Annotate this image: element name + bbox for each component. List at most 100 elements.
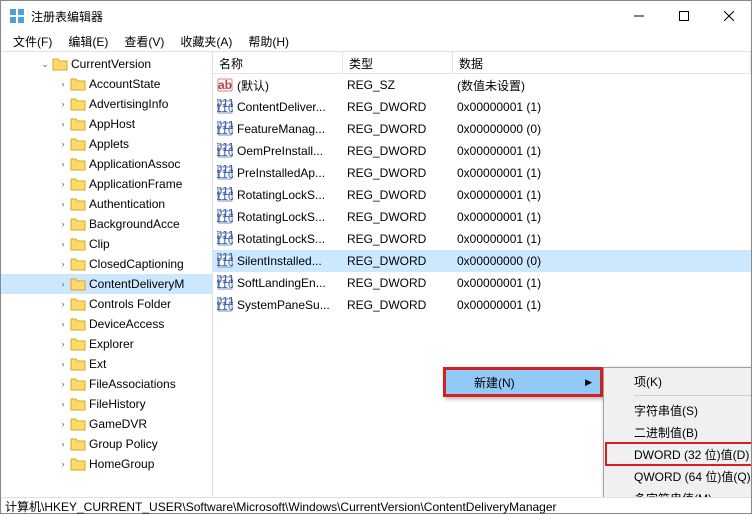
expand-icon[interactable]: › bbox=[57, 439, 69, 449]
value-data: 0x00000001 (1) bbox=[457, 100, 541, 114]
svg-text:110: 110 bbox=[217, 255, 233, 269]
menu-item-dword[interactable]: DWORD (32 位)值(D) bbox=[605, 442, 751, 466]
expand-icon[interactable]: › bbox=[57, 399, 69, 409]
menu-file[interactable]: 文件(F) bbox=[5, 31, 60, 52]
minimize-button[interactable] bbox=[616, 1, 661, 31]
list-row[interactable]: 011110SoftLandingEn... REG_DWORD 0x00000… bbox=[213, 272, 751, 294]
header-type[interactable]: 类型 bbox=[343, 52, 453, 73]
list-row[interactable]: 011110RotatingLockS... REG_DWORD 0x00000… bbox=[213, 184, 751, 206]
tree-item[interactable]: › ClosedCaptioning bbox=[1, 254, 212, 274]
value-type: REG_SZ bbox=[347, 78, 395, 92]
list-row[interactable]: 011110FeatureManag... REG_DWORD 0x000000… bbox=[213, 118, 751, 140]
tree-label: Applets bbox=[89, 137, 133, 151]
menu-item-binary[interactable]: 二进制值(B) bbox=[606, 421, 751, 443]
expand-icon[interactable]: › bbox=[57, 319, 69, 329]
folder-icon bbox=[70, 457, 86, 471]
value-type: REG_DWORD bbox=[347, 298, 426, 312]
expand-icon[interactable]: › bbox=[57, 219, 69, 229]
expand-icon[interactable]: › bbox=[57, 339, 69, 349]
expand-icon[interactable]: › bbox=[57, 359, 69, 369]
list-row[interactable]: 011110SilentInstalled... REG_DWORD 0x000… bbox=[213, 250, 751, 272]
list-pane[interactable]: 名称 类型 数据 ab(默认) REG_SZ (数值未设置) 011110Con… bbox=[213, 52, 751, 497]
tree-item[interactable]: › AppHost bbox=[1, 114, 212, 134]
tree-label: Authentication bbox=[89, 197, 169, 211]
expand-icon[interactable]: › bbox=[57, 279, 69, 289]
close-button[interactable] bbox=[706, 1, 751, 31]
list-row[interactable]: 011110PreInstalledAp... REG_DWORD 0x0000… bbox=[213, 162, 751, 184]
tree-item[interactable]: › ApplicationAssoc bbox=[1, 154, 212, 174]
expand-icon[interactable]: › bbox=[57, 99, 69, 109]
list-row[interactable]: 011110OemPreInstall... REG_DWORD 0x00000… bbox=[213, 140, 751, 162]
tree-label: Ext bbox=[89, 357, 110, 371]
tree-label: GameDVR bbox=[89, 417, 151, 431]
tree-label: ContentDeliveryM bbox=[89, 277, 188, 291]
tree-label: BackgroundAcce bbox=[89, 217, 184, 231]
expand-icon[interactable]: › bbox=[57, 139, 69, 149]
list-row[interactable]: 011110RotatingLockS... REG_DWORD 0x00000… bbox=[213, 228, 751, 250]
tree-item[interactable]: › Applets bbox=[1, 134, 212, 154]
tree-item[interactable]: › FileAssociations bbox=[1, 374, 212, 394]
tree-item[interactable]: › ApplicationFrame bbox=[1, 174, 212, 194]
dword-value-icon: 011110 bbox=[217, 99, 233, 115]
tree-item[interactable]: › Clip bbox=[1, 234, 212, 254]
expand-icon[interactable]: › bbox=[57, 299, 69, 309]
menu-view[interactable]: 查看(V) bbox=[116, 31, 172, 52]
context-menu-new: 新建(N) ▶ bbox=[443, 367, 603, 397]
expand-icon[interactable]: › bbox=[57, 159, 69, 169]
tree-pane[interactable]: ⌄ CurrentVersion › AccountState › Advert… bbox=[1, 52, 213, 497]
value-data: 0x00000001 (1) bbox=[457, 276, 541, 290]
tree-item[interactable]: › Group Policy bbox=[1, 434, 212, 454]
menu-edit[interactable]: 编辑(E) bbox=[60, 31, 116, 52]
tree-item[interactable]: › ContentDeliveryM bbox=[1, 274, 212, 294]
tree-label: Clip bbox=[89, 237, 114, 251]
menu-item-string[interactable]: 字符串值(S) bbox=[606, 399, 751, 421]
header-data[interactable]: 数据 bbox=[453, 52, 751, 73]
list-row[interactable]: 011110ContentDeliver... REG_DWORD 0x0000… bbox=[213, 96, 751, 118]
list-row[interactable]: 011110RotatingLockS... REG_DWORD 0x00000… bbox=[213, 206, 751, 228]
tree-item[interactable]: › FileHistory bbox=[1, 394, 212, 414]
value-data: 0x00000001 (1) bbox=[457, 144, 541, 158]
tree-label: DeviceAccess bbox=[89, 317, 168, 331]
collapse-icon[interactable]: ⌄ bbox=[39, 59, 51, 70]
value-name: RotatingLockS... bbox=[237, 210, 325, 224]
tree-item[interactable]: › GameDVR bbox=[1, 414, 212, 434]
tree-item[interactable]: › BackgroundAcce bbox=[1, 214, 212, 234]
list-row[interactable]: 011110SystemPaneSu... REG_DWORD 0x000000… bbox=[213, 294, 751, 316]
expand-icon[interactable]: › bbox=[57, 259, 69, 269]
tree-root[interactable]: ⌄ CurrentVersion bbox=[1, 54, 212, 74]
tree-item[interactable]: › AdvertisingInfo bbox=[1, 94, 212, 114]
expand-icon[interactable]: › bbox=[57, 79, 69, 89]
header-name[interactable]: 名称 bbox=[213, 52, 343, 73]
expand-icon[interactable]: › bbox=[57, 379, 69, 389]
expand-icon[interactable]: › bbox=[57, 419, 69, 429]
menu-item-multistring[interactable]: 多字符串值(M) bbox=[606, 487, 751, 497]
maximize-button[interactable] bbox=[661, 1, 706, 31]
tree-item[interactable]: › HomeGroup bbox=[1, 454, 212, 474]
svg-text:110: 110 bbox=[217, 277, 233, 291]
expand-icon[interactable]: › bbox=[57, 119, 69, 129]
expand-icon[interactable]: › bbox=[57, 199, 69, 209]
tree-item[interactable]: › DeviceAccess bbox=[1, 314, 212, 334]
tree-item[interactable]: › Ext bbox=[1, 354, 212, 374]
list-header: 名称 类型 数据 bbox=[213, 52, 751, 74]
menu-item-qword[interactable]: QWORD (64 位)值(Q) bbox=[606, 465, 751, 487]
tree-item[interactable]: › Authentication bbox=[1, 194, 212, 214]
expand-icon[interactable]: › bbox=[57, 459, 69, 469]
menu-item-key[interactable]: 项(K) bbox=[606, 370, 751, 392]
tree-item[interactable]: › AccountState bbox=[1, 74, 212, 94]
tree-item[interactable]: › Controls Folder bbox=[1, 294, 212, 314]
folder-icon bbox=[70, 157, 86, 171]
menu-help[interactable]: 帮助(H) bbox=[240, 31, 297, 52]
list-row[interactable]: ab(默认) REG_SZ (数值未设置) bbox=[213, 74, 751, 96]
menu-favorites[interactable]: 收藏夹(A) bbox=[172, 31, 240, 52]
folder-icon bbox=[70, 377, 86, 391]
context-submenu: 项(K) 字符串值(S) 二进制值(B) DWORD (32 位)值(D) QW… bbox=[603, 367, 751, 497]
value-data: 0x00000001 (1) bbox=[457, 298, 541, 312]
menu-item-new[interactable]: 新建(N) ▶ bbox=[446, 370, 600, 394]
folder-icon bbox=[70, 437, 86, 451]
menu-item-label: 新建(N) bbox=[474, 374, 515, 391]
tree-item[interactable]: › Explorer bbox=[1, 334, 212, 354]
svg-text:110: 110 bbox=[217, 233, 233, 247]
expand-icon[interactable]: › bbox=[57, 239, 69, 249]
expand-icon[interactable]: › bbox=[57, 179, 69, 189]
